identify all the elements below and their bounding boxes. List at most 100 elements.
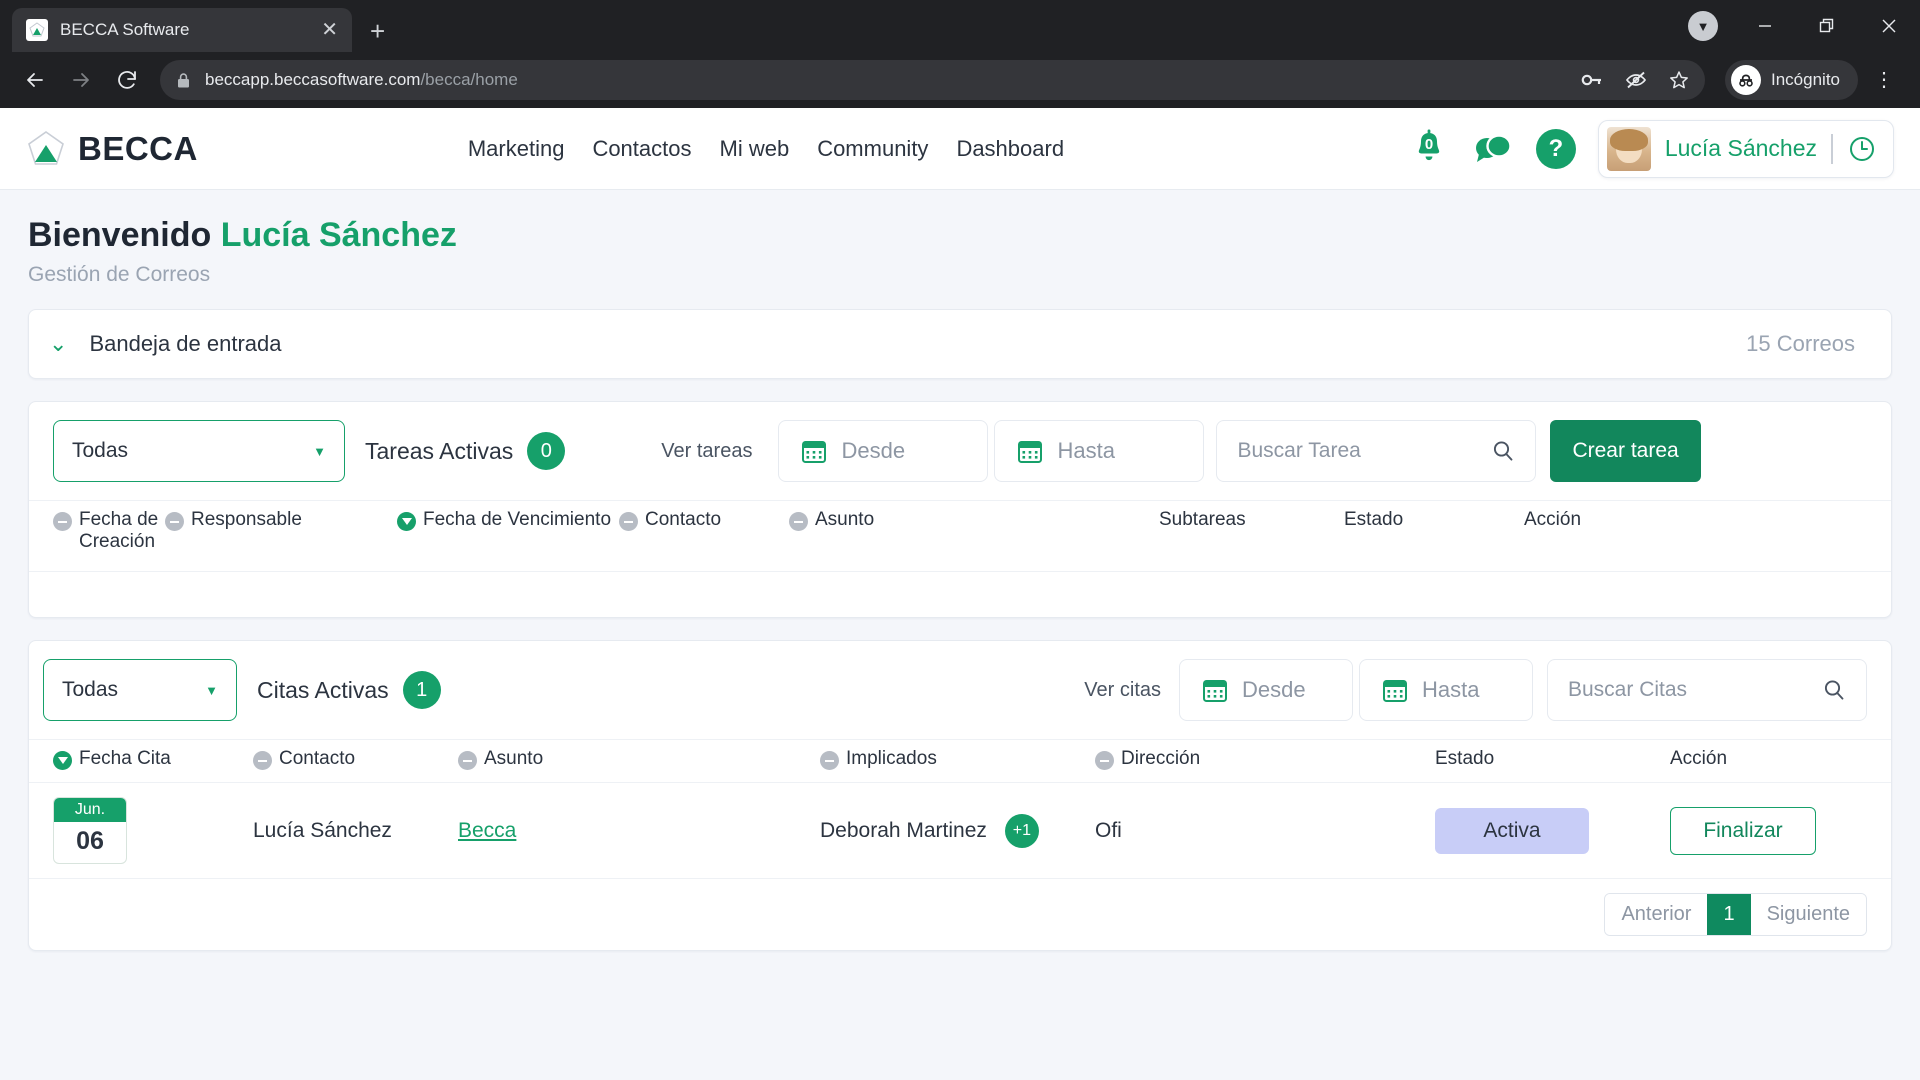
close-icon[interactable]: ✕ bbox=[321, 20, 338, 40]
column-label: Estado bbox=[1435, 748, 1494, 770]
forward-icon[interactable] bbox=[60, 59, 102, 101]
search-icon[interactable] bbox=[1822, 678, 1846, 702]
back-icon[interactable] bbox=[14, 59, 56, 101]
appointments-date-from[interactable]: Desde bbox=[1179, 659, 1353, 721]
tasks-filter-select[interactable]: Todas ▼ bbox=[53, 420, 345, 482]
pagination-next[interactable]: Siguiente bbox=[1751, 894, 1866, 935]
incognito-indicator[interactable]: Incógnito bbox=[1725, 60, 1858, 100]
column-header-estado: Estado bbox=[1435, 748, 1670, 770]
maximize-button[interactable] bbox=[1796, 0, 1858, 52]
tasks-search-placeholder: Buscar Tarea bbox=[1237, 439, 1360, 463]
appointments-date-to-placeholder: Hasta bbox=[1422, 677, 1479, 703]
inbox-panel[interactable]: ⌄ Bandeja de entrada 15 Correos bbox=[28, 309, 1892, 379]
column-header-fecha-vencimiento[interactable]: Fecha de Vencimiento bbox=[397, 509, 619, 531]
sort-icon[interactable] bbox=[820, 751, 839, 770]
appointment-action-cell: Finalizar bbox=[1670, 807, 1816, 855]
nav-item-dashboard[interactable]: Dashboard bbox=[956, 136, 1064, 162]
calendar-icon bbox=[1017, 438, 1043, 464]
appointments-count-badge: 1 bbox=[403, 671, 441, 709]
sort-icon[interactable] bbox=[165, 512, 184, 531]
sort-icon[interactable] bbox=[53, 512, 72, 531]
appointments-toolbar: Todas ▼ Citas Activas 1 Ver citas Desde bbox=[29, 641, 1891, 739]
nav-item-mi-web[interactable]: Mi web bbox=[720, 136, 790, 162]
create-task-button[interactable]: Crear tarea bbox=[1550, 420, 1700, 482]
page-content: Bienvenido Lucía Sánchez Gestión de Corr… bbox=[0, 190, 1920, 951]
chat-bubble-icon[interactable] bbox=[1472, 128, 1514, 170]
table-row[interactable]: Jun. 06 Lucía Sánchez Becca Deborah Mart… bbox=[29, 782, 1891, 878]
sort-icon[interactable] bbox=[1095, 751, 1114, 770]
chevron-down-icon: ▼ bbox=[205, 683, 218, 698]
column-label: Estado bbox=[1344, 509, 1403, 531]
column-header-contacto[interactable]: Contacto bbox=[253, 748, 458, 770]
column-label: Subtareas bbox=[1159, 509, 1246, 531]
star-icon[interactable] bbox=[1669, 70, 1689, 90]
appointments-search-input[interactable]: Buscar Citas bbox=[1547, 659, 1867, 721]
new-tab-button[interactable]: + bbox=[370, 18, 385, 44]
user-menu[interactable]: Lucía Sánchez bbox=[1598, 120, 1894, 178]
eye-slash-icon[interactable] bbox=[1625, 71, 1647, 89]
header-actions: 0 ? Lucía Sánchez bbox=[1408, 120, 1894, 178]
column-header-responsable[interactable]: Responsable bbox=[165, 509, 397, 531]
column-header-contacto[interactable]: Contacto bbox=[619, 509, 789, 531]
tasks-empty-body bbox=[29, 571, 1891, 617]
sort-icon-active[interactable] bbox=[53, 751, 72, 770]
appointment-involved-extra-badge[interactable]: +1 bbox=[1005, 814, 1039, 848]
tasks-date-from-placeholder: Desde bbox=[841, 438, 905, 464]
view-tasks-label[interactable]: Ver tareas bbox=[661, 440, 752, 463]
pagination-row: Anterior 1 Siguiente bbox=[29, 878, 1891, 950]
appointments-date-to[interactable]: Hasta bbox=[1359, 659, 1533, 721]
column-label: Implicados bbox=[846, 748, 937, 770]
appointment-date-chip: Jun. 06 bbox=[53, 797, 253, 864]
column-header-asunto[interactable]: Asunto bbox=[458, 748, 820, 770]
appointment-involved-name: Deborah Martinez bbox=[820, 819, 987, 843]
column-label: Fecha Cita bbox=[79, 748, 171, 770]
column-header-fecha-cita[interactable]: Fecha Cita bbox=[53, 748, 253, 770]
pagination-current-page[interactable]: 1 bbox=[1707, 894, 1750, 935]
notification-bell-icon[interactable]: 0 bbox=[1408, 128, 1450, 170]
address-bar[interactable]: beccapp.beccasoftware.com/becca/home bbox=[160, 60, 1705, 100]
reload-icon[interactable] bbox=[106, 59, 148, 101]
sort-icon-active[interactable] bbox=[397, 512, 416, 531]
column-header-implicados[interactable]: Implicados bbox=[820, 748, 1095, 770]
view-appointments-label[interactable]: Ver citas bbox=[1084, 679, 1161, 702]
tasks-date-to[interactable]: Hasta bbox=[994, 420, 1204, 482]
app-logo-text: BECCA bbox=[78, 130, 198, 168]
tasks-filter-value: Todas bbox=[72, 439, 128, 463]
app-logo[interactable]: BECCA bbox=[26, 129, 198, 169]
close-window-button[interactable] bbox=[1858, 0, 1920, 52]
appointments-filter-value: Todas bbox=[62, 678, 118, 702]
url-domain: beccapp.beccasoftware.com bbox=[205, 70, 420, 89]
minimize-button[interactable] bbox=[1734, 0, 1796, 52]
column-header-asunto[interactable]: Asunto bbox=[789, 509, 1159, 531]
kebab-menu-icon[interactable]: ⋮ bbox=[1862, 70, 1906, 90]
nav-item-community[interactable]: Community bbox=[817, 136, 928, 162]
search-icon[interactable] bbox=[1491, 439, 1515, 463]
nav-item-marketing[interactable]: Marketing bbox=[468, 136, 565, 162]
finalize-button[interactable]: Finalizar bbox=[1670, 807, 1816, 855]
column-label: Dirección bbox=[1121, 748, 1200, 770]
column-label: Asunto bbox=[484, 748, 543, 770]
notification-count: 0 bbox=[1425, 136, 1433, 153]
chevron-down-circle-icon[interactable]: ▼ bbox=[1672, 0, 1734, 52]
appointment-subject[interactable]: Becca bbox=[458, 819, 820, 843]
column-header-fecha-creacion[interactable]: Fecha de Creación bbox=[53, 509, 165, 553]
status-badge[interactable]: Activa bbox=[1435, 808, 1589, 854]
welcome-prefix: Bienvenido bbox=[28, 216, 211, 254]
tasks-date-from[interactable]: Desde bbox=[778, 420, 988, 482]
column-header-subtareas: Subtareas bbox=[1159, 509, 1344, 531]
sort-icon[interactable] bbox=[619, 512, 638, 531]
sort-icon[interactable] bbox=[789, 512, 808, 531]
appointments-filter-select[interactable]: Todas ▼ bbox=[43, 659, 237, 721]
help-icon[interactable]: ? bbox=[1536, 129, 1576, 169]
chevron-down-icon[interactable]: ⌄ bbox=[49, 331, 67, 357]
sort-icon[interactable] bbox=[253, 751, 272, 770]
browser-tab[interactable]: BECCA Software ✕ bbox=[12, 8, 352, 52]
nav-item-contactos[interactable]: Contactos bbox=[592, 136, 691, 162]
tasks-search-input[interactable]: Buscar Tarea bbox=[1216, 420, 1536, 482]
appointment-subject-link[interactable]: Becca bbox=[458, 819, 516, 842]
sort-icon[interactable] bbox=[458, 751, 477, 770]
clock-icon[interactable] bbox=[1847, 134, 1877, 164]
pagination-prev[interactable]: Anterior bbox=[1605, 894, 1707, 935]
key-icon[interactable] bbox=[1581, 71, 1603, 89]
column-header-direccion[interactable]: Dirección bbox=[1095, 748, 1435, 770]
